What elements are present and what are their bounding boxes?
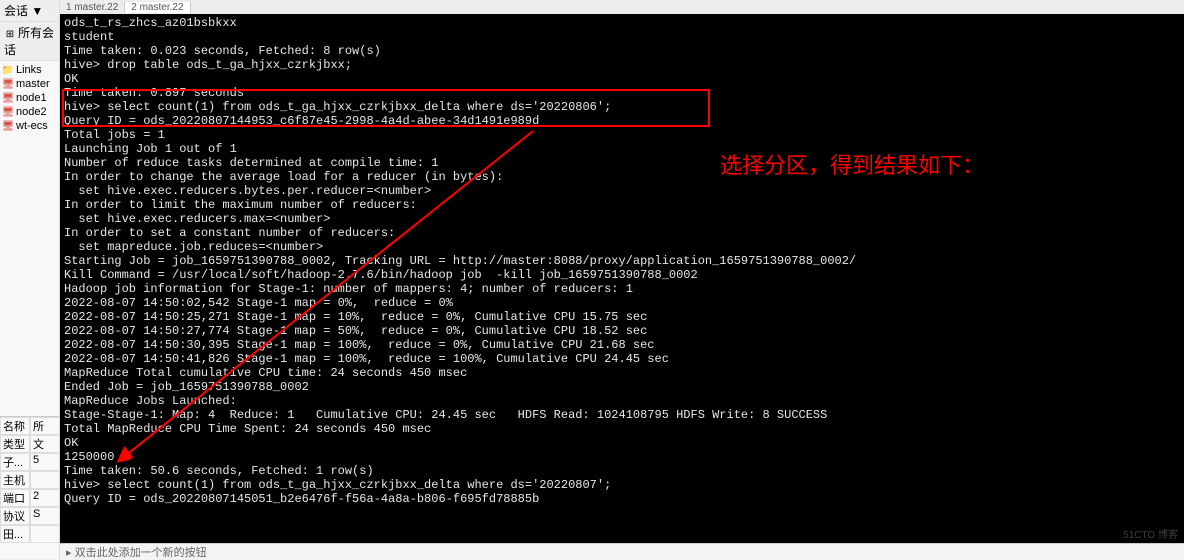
quick-command-hint: ▸ 双击此处添加一个新的按钮 (66, 544, 207, 560)
session-item-label: wt-ecs (16, 120, 48, 132)
prop-header: 所 (30, 417, 60, 435)
red-annotation-text: 选择分区，得到结果如下： (720, 148, 984, 180)
prop-header: 名称 (0, 417, 30, 435)
watermark: 51CTO 博客 (1123, 526, 1178, 541)
session-item-node2[interactable]: 🖥node2 (0, 105, 59, 119)
session-tree: 📁Links🖥master🖥node1🖥node2🖥wt-ecs (0, 61, 59, 135)
host-icon: 🖥 (2, 78, 14, 90)
terminal-main: 1 master.222 master.22 ods_t_rs_zhcs_az0… (60, 0, 1184, 559)
grid-icon: ⊞ (4, 29, 16, 41)
session-item-wt-ecs[interactable]: 🖥wt-ecs (0, 119, 59, 133)
session-item-master[interactable]: 🖥master (0, 77, 59, 91)
properties-panel: 名称所类型文子...5主机端口2协议S田... (0, 416, 60, 543)
terminal-tab[interactable]: 2 master.22 (125, 2, 190, 13)
host-icon: 🖥 (2, 106, 14, 118)
toolbar-sessions-dropdown[interactable]: 会话 ▼ (0, 0, 59, 22)
tab-bar: 1 master.222 master.22 (60, 0, 1184, 14)
status-bar[interactable]: ▸ 双击此处添加一个新的按钮 (60, 543, 1184, 559)
prop-cell: S (30, 507, 60, 525)
all-sessions-button[interactable]: ⊞所有会话 (0, 22, 59, 61)
prop-cell (30, 471, 60, 489)
prop-cell: 文 (30, 435, 60, 453)
session-item-label: Links (16, 64, 42, 76)
session-item-label: node1 (16, 92, 47, 104)
prop-cell: 端口 (0, 489, 30, 507)
folder-icon: 📁 (2, 64, 14, 76)
host-icon: 🖥 (2, 120, 14, 132)
session-item-node1[interactable]: 🖥node1 (0, 91, 59, 105)
prop-cell: 协议 (0, 507, 30, 525)
prop-cell: 类型 (0, 435, 30, 453)
prop-cell: 5 (30, 453, 60, 471)
session-item-links[interactable]: 📁Links (0, 63, 59, 77)
terminal-tab[interactable]: 1 master.22 (60, 2, 125, 13)
terminal-output[interactable]: ods_t_rs_zhcs_az01bsbkxx student Time ta… (60, 14, 1184, 559)
prop-cell: 子... (0, 453, 30, 471)
session-item-label: node2 (16, 106, 47, 118)
prop-cell (30, 525, 60, 543)
prop-cell: 主机 (0, 471, 30, 489)
prop-cell: 田... (0, 525, 30, 543)
host-icon: 🖥 (2, 92, 14, 104)
session-item-label: master (16, 78, 50, 90)
prop-cell: 2 (30, 489, 60, 507)
